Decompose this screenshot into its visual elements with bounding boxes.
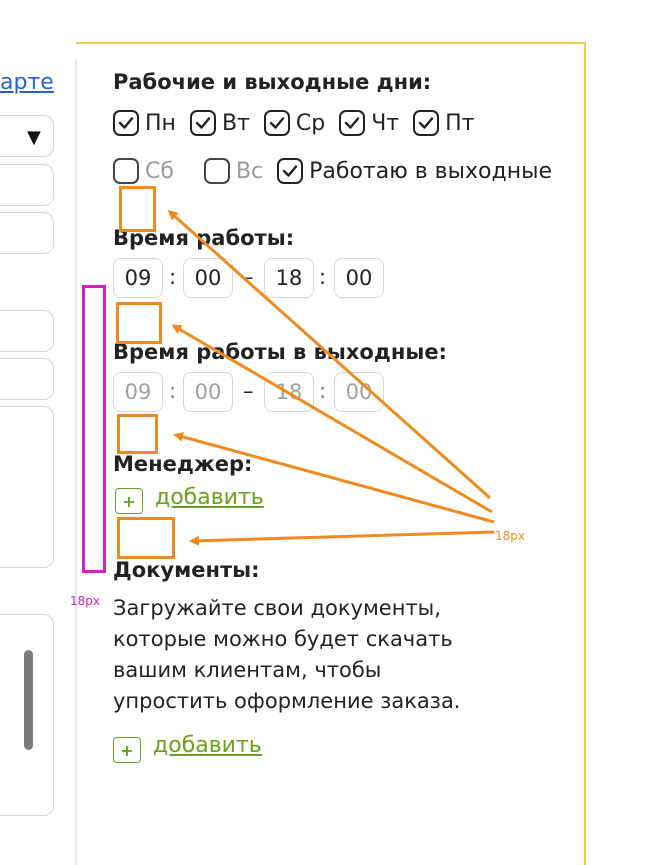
annotation-arrows (167, 210, 495, 546)
annotation-arrow (167, 210, 491, 500)
annotation-arrow (173, 432, 495, 524)
annotation-arrow (189, 530, 495, 546)
annotation-arrow (171, 324, 493, 514)
